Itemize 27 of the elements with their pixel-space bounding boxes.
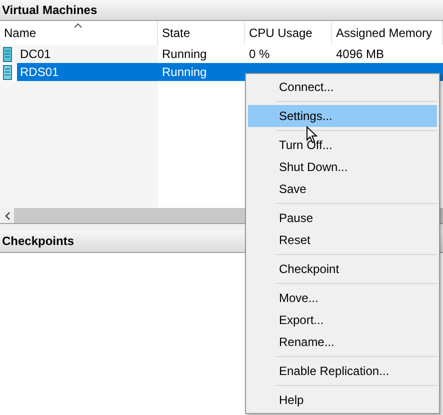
scroll-left-icon[interactable] (0, 208, 14, 223)
menu-item[interactable]: Pause (248, 207, 437, 229)
table-cell[interactable]: RDS01 (0, 63, 158, 81)
table-cell[interactable]: 4096 MB (332, 45, 443, 63)
menu-item[interactable]: Help (248, 389, 437, 411)
menu-item[interactable]: Enable Replication... (248, 360, 437, 382)
panel-title: Checkpoints (2, 233, 74, 250)
menu-item[interactable]: Checkpoint (248, 258, 437, 280)
menu-item[interactable]: Turn Off... (248, 134, 437, 156)
table-cell[interactable]: Running (158, 63, 245, 81)
column-header[interactable]: CPU Usage (245, 21, 332, 45)
column-header[interactable]: Assigned Memory (332, 21, 443, 45)
menu-item[interactable]: Settings... (248, 105, 437, 127)
server-icon (3, 64, 12, 80)
column-header[interactable]: State (158, 21, 245, 45)
menu-item[interactable]: Reset (248, 229, 437, 251)
menu-item[interactable]: Connect... (248, 76, 437, 98)
menu-item[interactable]: Save (248, 178, 437, 200)
server-icon (3, 46, 12, 62)
table-cell[interactable]: Running (158, 45, 245, 63)
menu-item[interactable]: Move... (248, 287, 437, 309)
menu-item[interactable]: Rename... (248, 331, 437, 353)
menu-item[interactable]: Export... (248, 309, 437, 331)
menu-item[interactable]: Shut Down... (248, 156, 437, 178)
table-cell[interactable]: 0 % (245, 45, 332, 63)
panel-title: Virtual Machines (2, 2, 98, 19)
table-cell[interactable]: DC01 (0, 45, 158, 63)
